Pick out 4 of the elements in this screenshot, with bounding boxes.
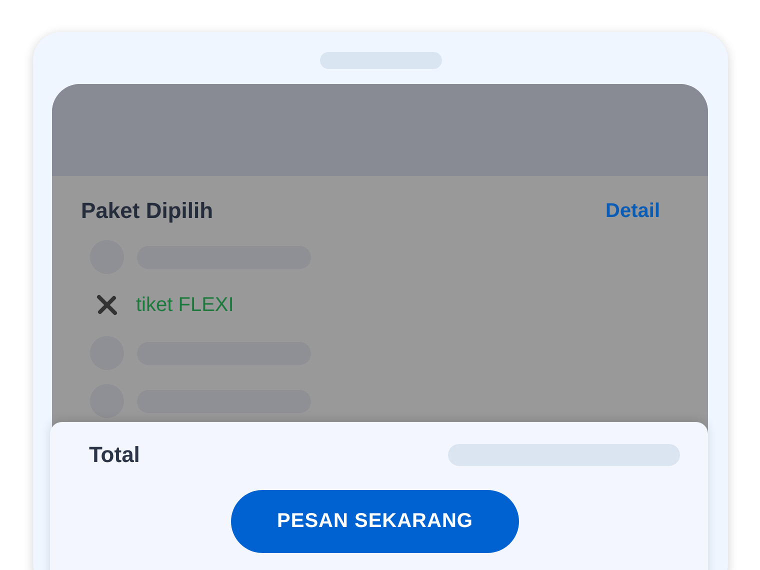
order-button[interactable]: PESAN SEKARANG <box>231 490 519 553</box>
section-title: Paket Dipilih <box>81 198 214 224</box>
total-label: Total <box>89 442 140 468</box>
package-item-label: tiket FLEXI <box>136 294 234 316</box>
